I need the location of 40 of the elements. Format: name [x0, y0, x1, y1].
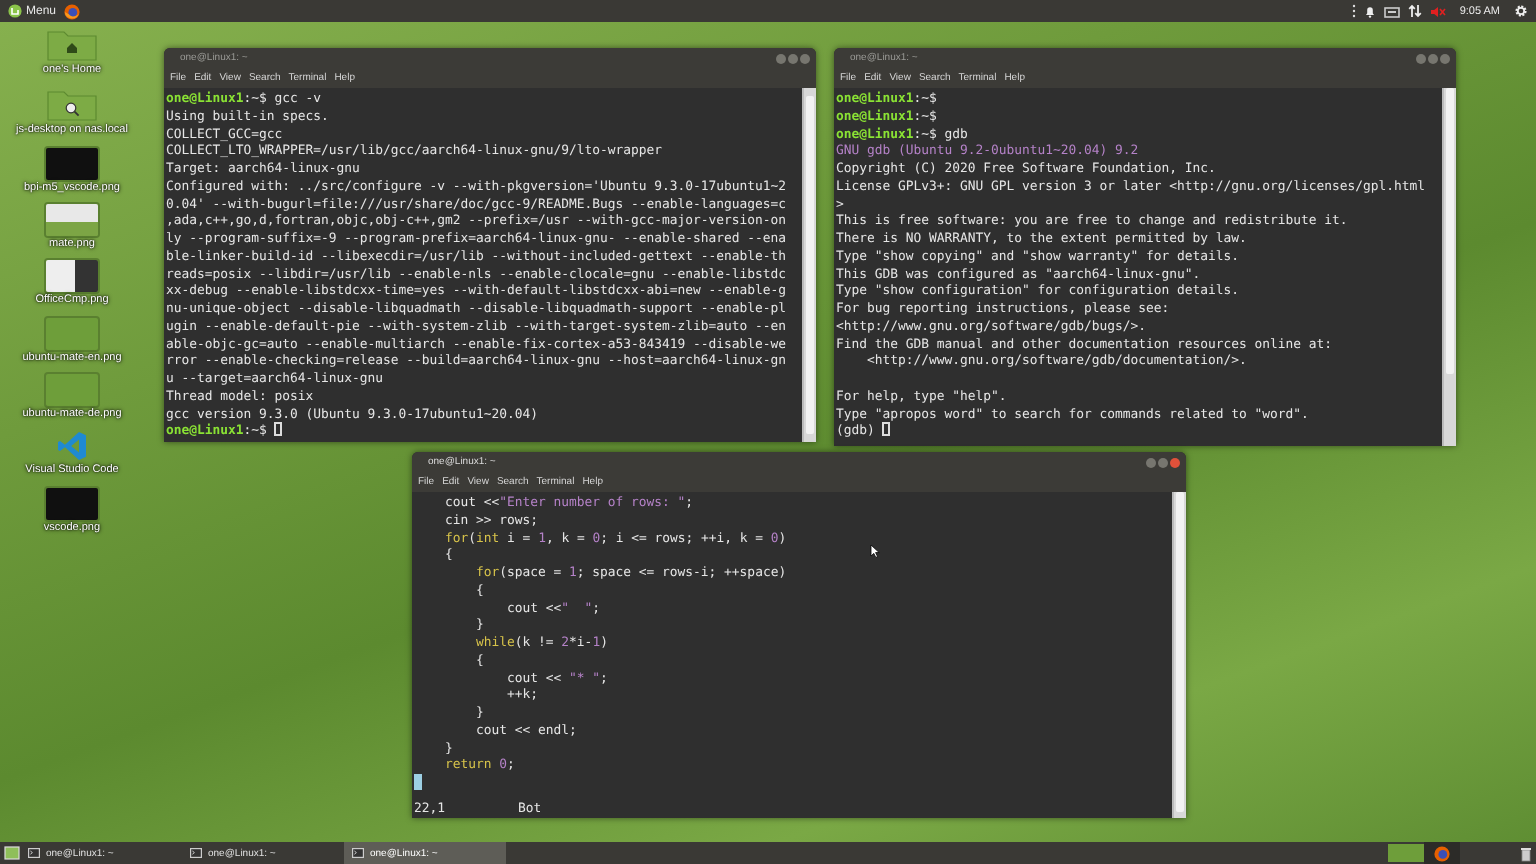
- terminal-icon: [352, 848, 364, 858]
- maximize-button[interactable]: [1428, 53, 1438, 63]
- settings-icon[interactable]: [1514, 4, 1528, 18]
- close-button[interactable]: [1440, 53, 1450, 63]
- browser-icon[interactable]: [64, 3, 81, 19]
- text-cursor: [414, 774, 422, 790]
- scrollbar[interactable]: [802, 88, 816, 442]
- image-thumbnail[interactable]: [46, 487, 98, 519]
- image-thumbnail[interactable]: [46, 317, 98, 350]
- minimize-button[interactable]: [1416, 53, 1426, 63]
- show-desktop-icon[interactable]: [4, 846, 20, 860]
- mint-logo-icon: [8, 4, 22, 18]
- maximize-button[interactable]: [788, 53, 798, 63]
- scrollbar[interactable]: [1442, 88, 1456, 446]
- mouse-pointer-icon: [870, 544, 880, 558]
- folder-icon[interactable]: [46, 26, 98, 62]
- speaker-icon[interactable]: [1429, 5, 1446, 17]
- terminal-icon: [28, 848, 40, 858]
- maximize-button[interactable]: [1158, 457, 1168, 467]
- text-cursor: [882, 422, 891, 437]
- updown-arrows-icon[interactable]: [1407, 4, 1422, 18]
- workspace-switcher[interactable]: [1388, 844, 1424, 862]
- image-thumbnail[interactable]: [46, 203, 98, 236]
- image-thumbnail[interactable]: [46, 147, 98, 180]
- browser-launcher[interactable]: [1424, 842, 1460, 864]
- image-thumbnail[interactable]: [46, 260, 98, 293]
- close-button[interactable]: [800, 53, 810, 63]
- browser-icon: [1434, 845, 1450, 861]
- folder-icon[interactable]: [46, 86, 98, 123]
- minimize-button[interactable]: [1146, 457, 1156, 467]
- text-cursor: [274, 422, 283, 437]
- image-thumbnail[interactable]: [46, 373, 98, 406]
- minimize-button[interactable]: [776, 53, 786, 63]
- trash-icon[interactable]: [1520, 845, 1532, 861]
- terminal-icon: [190, 848, 202, 858]
- scrollbar[interactable]: [1172, 492, 1186, 818]
- close-button[interactable]: [1170, 457, 1180, 467]
- bell-icon[interactable]: [1363, 4, 1376, 18]
- tray-icon[interactable]: [1383, 5, 1400, 17]
- more-icon[interactable]: [1351, 4, 1356, 18]
